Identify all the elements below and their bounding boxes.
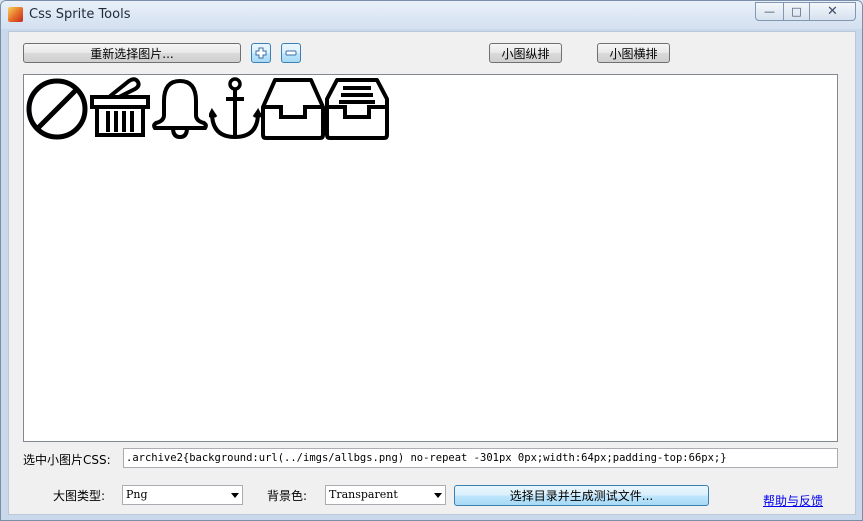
- remove-image-button[interactable]: [281, 43, 301, 63]
- generate-test-files-button[interactable]: 选择目录并生成测试文件...: [454, 485, 709, 506]
- arrange-vertical-button[interactable]: 小图纵排: [489, 43, 562, 63]
- image-type-label: 大图类型:: [53, 489, 106, 503]
- bg-color-value: Transparent: [329, 488, 398, 501]
- reselect-images-button[interactable]: 重新选择图片...: [23, 43, 241, 63]
- minus-icon: [285, 50, 297, 56]
- selected-css-label: 选中小图片CSS:: [23, 453, 111, 467]
- image-type-select[interactable]: Png: [122, 485, 243, 505]
- ban-icon[interactable]: [25, 77, 89, 141]
- help-feedback-link[interactable]: 帮助与反馈: [763, 492, 823, 509]
- window-controls: — □ ✕: [755, 2, 856, 21]
- bg-color-label: 背景色:: [267, 489, 308, 503]
- arrange-horizontal-button[interactable]: 小图横排: [597, 43, 670, 63]
- maximize-button[interactable]: □: [784, 2, 810, 21]
- bell-icon[interactable]: [151, 77, 209, 141]
- close-button[interactable]: ✕: [810, 2, 856, 21]
- chevron-down-icon: [231, 493, 239, 498]
- add-image-button[interactable]: [251, 43, 271, 63]
- image-type-value: Png: [126, 488, 148, 501]
- archive-icon[interactable]: [261, 77, 325, 141]
- minimize-button[interactable]: —: [755, 2, 784, 21]
- archive2-icon[interactable]: [325, 77, 389, 141]
- client-area: 重新选择图片... 小图纵排 小图横排 选中小图片CSS: .archive2{…: [8, 31, 856, 515]
- plus-icon: [255, 47, 267, 59]
- sprite-preview-canvas[interactable]: [23, 74, 838, 442]
- title-bar[interactable]: Css Sprite Tools — □ ✕: [1, 1, 862, 29]
- basket-icon[interactable]: [89, 77, 151, 141]
- selected-css-field[interactable]: .archive2{background:url(../imgs/allbgs.…: [123, 448, 838, 468]
- app-window: Css Sprite Tools — □ ✕ 重新选择图片... 小图纵排 小图…: [0, 0, 863, 521]
- bg-color-select[interactable]: Transparent: [325, 485, 446, 505]
- chevron-down-icon: [434, 493, 442, 498]
- app-icon: [8, 7, 23, 22]
- anchor-icon[interactable]: [209, 77, 261, 141]
- window-title: Css Sprite Tools: [29, 7, 131, 22]
